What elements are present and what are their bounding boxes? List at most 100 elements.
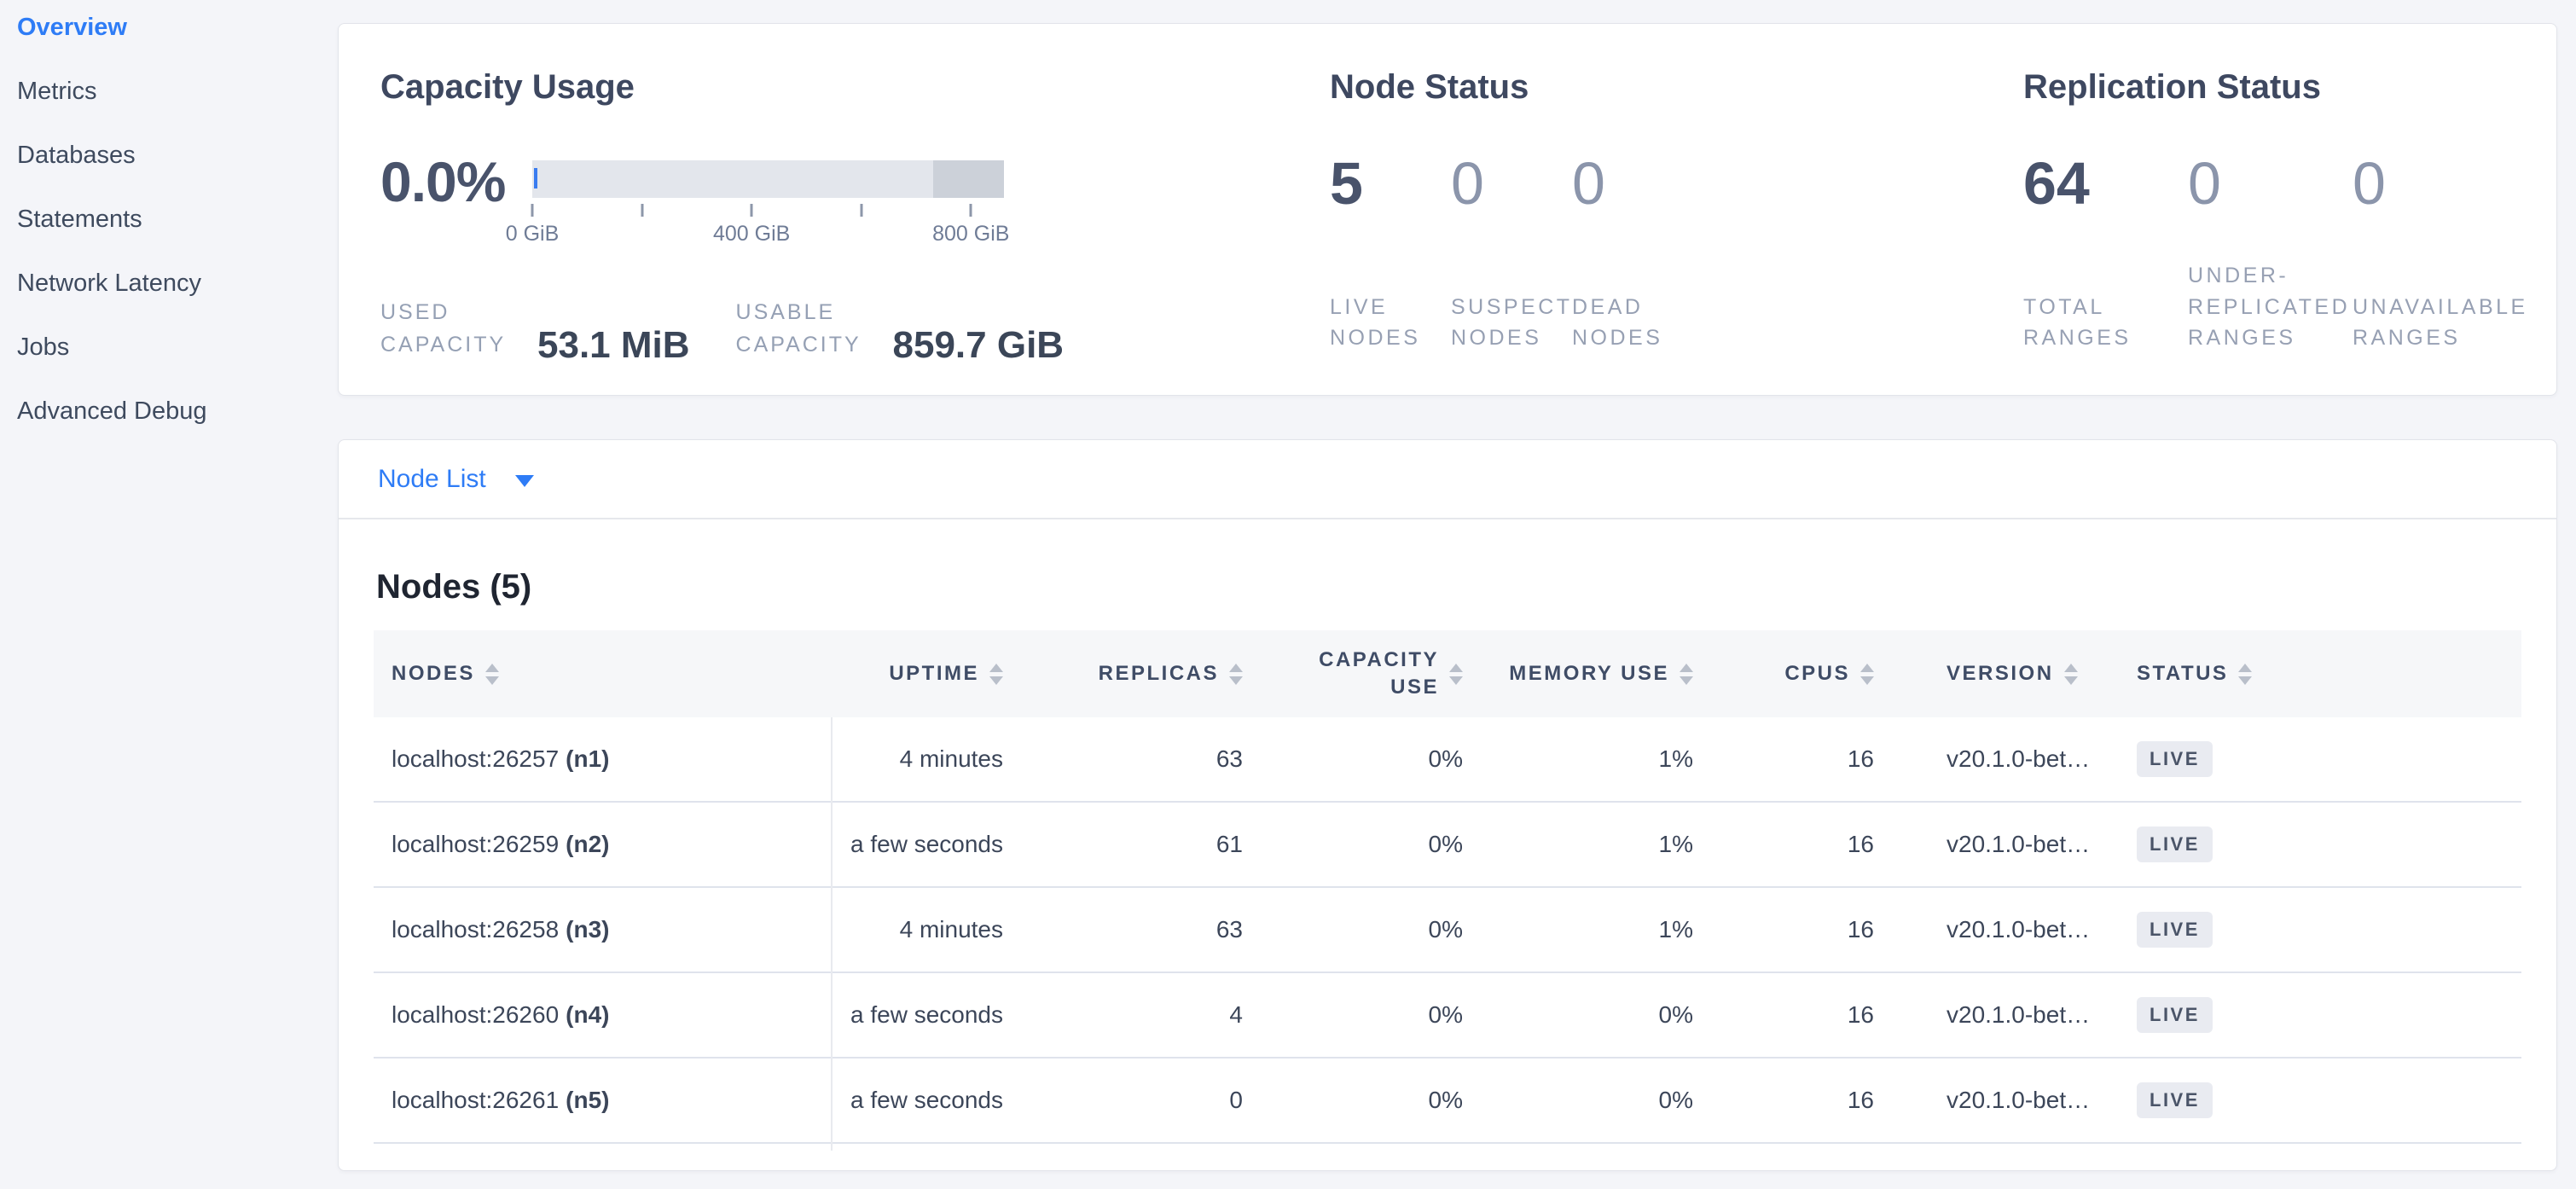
capacity-axis-labels: 0 GiB 400 GiB 800 GiB (532, 222, 1004, 247)
replicas-cell: 61 (1021, 803, 1261, 886)
axis-label-800: 800 GiB (932, 222, 1009, 246)
sort-icon[interactable] (989, 664, 1003, 685)
main-content: Capacity Usage 0.0% 0 GiB 400 Gi (338, 0, 2576, 1189)
capacity-bar-chart: 0 GiB 400 GiB 800 GiB (532, 160, 1004, 247)
replicas-cell: 4 (1021, 973, 1261, 1057)
node-status-section: Node Status 5 LIVE NODES 0 SUSPECT NODES… (1330, 24, 2023, 395)
capacity-use-cell: 0% (1261, 717, 1481, 801)
replication-status-section: Replication Status 64 TOTAL RANGES 0 UND… (2023, 24, 2556, 395)
cpus-cell: 16 (1711, 717, 1892, 801)
capacity-use-cell: 0% (1261, 973, 1481, 1057)
under-replicated-value: 0 (2188, 155, 2353, 212)
version-cell: v20.1.0-bet… (1892, 1058, 2116, 1142)
used-capacity-label: USED CAPACITY (380, 297, 527, 361)
unavailable-ranges-value: 0 (2353, 155, 2517, 212)
sidebar-item-metrics[interactable]: Metrics (17, 78, 338, 105)
status-badge: LIVE (2137, 912, 2213, 948)
capacity-details: USED CAPACITY 53.1 MiB USABLE CAPACITY 8… (380, 297, 1330, 361)
status-cell: LIVE (2116, 717, 2521, 801)
sidebar-item-advanced-debug[interactable]: Advanced Debug (17, 397, 338, 425)
cpus-cell: 16 (1711, 888, 1892, 972)
under-replicated-label: UNDER-REPLICATED RANGES (2188, 260, 2353, 353)
uptime-cell: a few seconds (831, 973, 1021, 1057)
uptime-cell: 4 minutes (831, 888, 1021, 972)
node-list-card: Node List Nodes (5) NODES UPTIME (338, 439, 2557, 1171)
node-address-cell: localhost:26261 (n5) (374, 1058, 831, 1142)
column-header-uptime[interactable]: UPTIME (831, 630, 1021, 717)
nodes-column-divider (831, 717, 833, 1151)
node-address-cell: localhost:26258 (n3) (374, 888, 831, 972)
sort-icon[interactable] (1229, 664, 1243, 685)
sidebar: Overview Metrics Databases Statements Ne… (0, 0, 338, 1189)
node-list-dropdown[interactable]: Node List (378, 465, 534, 494)
capacity-usage-section: Capacity Usage 0.0% 0 GiB 400 Gi (380, 24, 1330, 395)
node-id: (n1) (566, 745, 609, 773)
capacity-axis-ticks (532, 198, 1004, 222)
status-badge: LIVE (2137, 997, 2213, 1033)
sort-icon[interactable] (1680, 664, 1693, 685)
uptime-cell: 4 minutes (831, 717, 1021, 801)
axis-label-0: 0 GiB (506, 222, 560, 246)
sort-icon[interactable] (2238, 664, 2252, 685)
node-id: (n3) (566, 916, 609, 943)
status-badge: LIVE (2137, 741, 2213, 777)
capacity-bar (532, 160, 1004, 198)
dead-nodes-label: DEAD NODES (1572, 292, 1693, 354)
nodes-table: NODES UPTIME REPLICAS CAPACITY USE (374, 630, 2521, 1144)
capacity-bar-used-marker (534, 168, 537, 188)
memory-use-cell: 1% (1481, 888, 1711, 972)
table-row: localhost:26258 (n3) 4 minutes 63 0% 1% … (374, 888, 2521, 973)
node-id: (n2) (566, 831, 609, 858)
unavailable-ranges-stat: 0 UNAVAILABLE RANGES (2353, 160, 2517, 353)
sidebar-item-overview[interactable]: Overview (17, 14, 338, 41)
replication-status-stats: 64 TOTAL RANGES 0 UNDER-REPLICATED RANGE… (2023, 160, 2556, 353)
sort-icon[interactable] (485, 664, 499, 685)
sort-icon[interactable] (1449, 664, 1463, 685)
uptime-cell: a few seconds (831, 1058, 1021, 1142)
capacity-chart: 0.0% 0 GiB 400 GiB 800 GiB (380, 160, 1330, 247)
cpus-cell: 16 (1711, 803, 1892, 886)
status-cell: LIVE (2116, 803, 2521, 886)
column-header-status[interactable]: STATUS (2116, 630, 2521, 717)
sidebar-item-statements[interactable]: Statements (17, 206, 338, 233)
suspect-nodes-stat: 0 SUSPECT NODES (1451, 160, 1572, 353)
unavailable-ranges-label: UNAVAILABLE RANGES (2353, 292, 2517, 354)
under-replicated-stat: 0 UNDER-REPLICATED RANGES (2188, 160, 2353, 353)
column-header-memory-use[interactable]: MEMORY USE (1481, 630, 1711, 717)
replicas-cell: 63 (1021, 888, 1261, 972)
column-header-nodes[interactable]: NODES (374, 630, 831, 717)
replicas-cell: 0 (1021, 1058, 1261, 1142)
axis-label-400: 400 GiB (713, 222, 790, 246)
sort-icon[interactable] (2064, 664, 2078, 685)
dead-nodes-stat: 0 DEAD NODES (1572, 160, 1693, 353)
view-selector-bar: Node List (339, 440, 2556, 519)
cpus-cell: 16 (1711, 1058, 1892, 1142)
table-row: localhost:26260 (n4) a few seconds 4 0% … (374, 973, 2521, 1058)
version-cell: v20.1.0-bet… (1892, 973, 2116, 1057)
node-status-stats: 5 LIVE NODES 0 SUSPECT NODES 0 DEAD NODE… (1330, 160, 2023, 353)
node-address-cell: localhost:26260 (n4) (374, 973, 831, 1057)
replicas-cell: 63 (1021, 717, 1261, 801)
nodes-count-heading: Nodes (5) (376, 566, 2556, 607)
table-row: localhost:26257 (n1) 4 minutes 63 0% 1% … (374, 717, 2521, 803)
version-cell: v20.1.0-bet… (1892, 888, 2116, 972)
column-header-capacity-use[interactable]: CAPACITY USE (1261, 630, 1481, 717)
memory-use-cell: 1% (1481, 717, 1711, 801)
sort-icon[interactable] (1860, 664, 1874, 685)
live-nodes-label: LIVE NODES (1330, 292, 1451, 354)
column-header-cpus[interactable]: CPUS (1711, 630, 1892, 717)
suspect-nodes-label: SUSPECT NODES (1451, 292, 1572, 354)
column-header-version[interactable]: VERSION (1892, 630, 2116, 717)
status-cell: LIVE (2116, 888, 2521, 972)
sidebar-item-databases[interactable]: Databases (17, 142, 338, 169)
sidebar-item-network-latency[interactable]: Network Latency (17, 270, 338, 297)
chevron-down-icon (515, 475, 534, 487)
column-header-replicas[interactable]: REPLICAS (1021, 630, 1261, 717)
capacity-use-cell: 0% (1261, 803, 1481, 886)
version-cell: v20.1.0-bet… (1892, 717, 2116, 801)
total-ranges-value: 64 (2023, 155, 2188, 212)
suspect-nodes-value: 0 (1451, 155, 1572, 212)
sidebar-item-jobs[interactable]: Jobs (17, 334, 338, 361)
node-id: (n5) (566, 1087, 609, 1114)
used-capacity-value: 53.1 MiB (537, 328, 690, 362)
